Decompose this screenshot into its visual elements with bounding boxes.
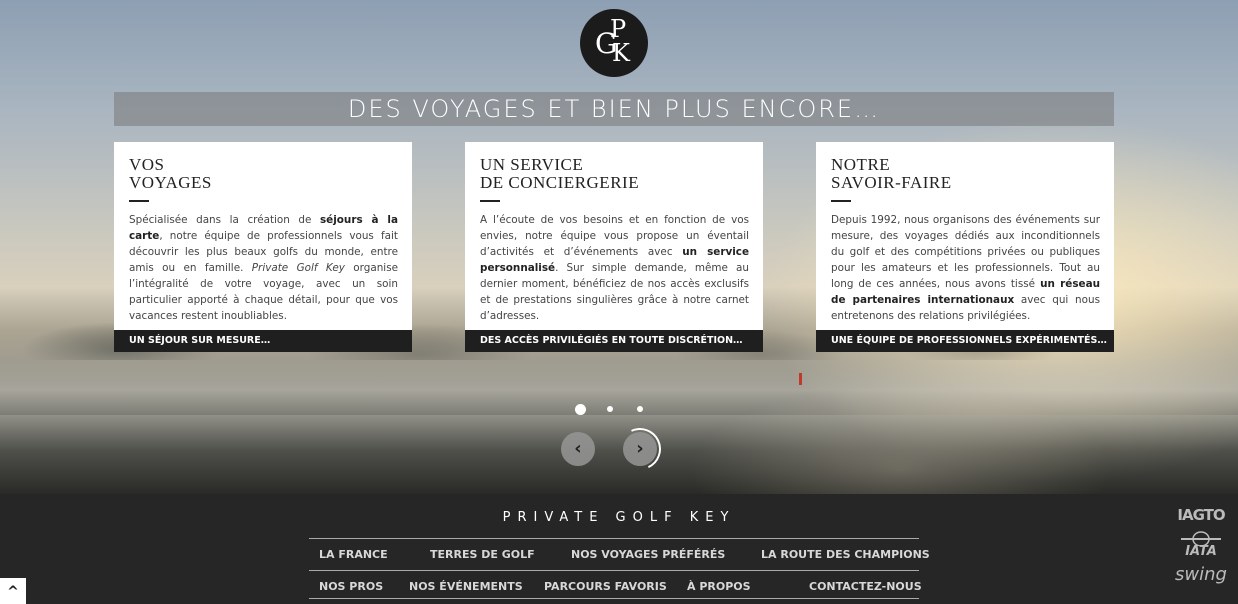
footer-brand: PRIVATE GOLF KEY xyxy=(502,510,736,525)
site-footer: PRIVATE GOLF KEY LA FRANCE TERRES DE GOL… xyxy=(0,494,1238,604)
card-title-line2: DE CONCIERGERIE xyxy=(480,173,640,192)
carousel-prev-button[interactable]: ‹ xyxy=(561,432,595,466)
carousel-pagination xyxy=(0,404,1238,416)
carousel-dot-3[interactable] xyxy=(637,406,643,412)
globe-icon xyxy=(1181,531,1221,546)
card-title-rule xyxy=(480,200,500,202)
card-title-rule xyxy=(831,200,851,202)
nav-divider-bottom xyxy=(309,598,919,599)
card-body: A l’écoute de vos besoins et en fonction… xyxy=(480,212,749,324)
carousel-dot-1[interactable] xyxy=(575,404,586,415)
card-title-rule xyxy=(129,200,149,202)
chevron-up-icon: ^ xyxy=(7,584,19,600)
logo-letter-k: K xyxy=(612,39,630,67)
iata-text: IATA xyxy=(1185,544,1217,559)
card-footer-link[interactable]: DES ACCÈS PRIVILÉGIÉS EN TOUTE DISCRÉTIO… xyxy=(465,330,763,352)
card-savoir-faire: NOTRE SAVOIR-FAIRE Depuis 1992, nous org… xyxy=(816,142,1114,352)
partner-logos: IAGTO IATA swing xyxy=(1170,506,1232,590)
footer-nav-row-1: LA FRANCE TERRES DE GOLF NOS VOYAGES PRÉ… xyxy=(309,540,930,570)
card-footer-link[interactable]: UNE ÉQUIPE DE PROFESSIONNELS EXPÉRIMENTÉ… xyxy=(816,330,1114,352)
card-service-conciergerie: UN SERVICE DE CONCIERGERIE A l’écoute de… xyxy=(465,142,763,352)
card-title-line1: VOS xyxy=(129,155,165,174)
card-title: VOS VOYAGES xyxy=(129,156,212,192)
chevron-left-icon: ‹ xyxy=(574,438,582,459)
iagto-logo: IAGTO xyxy=(1177,506,1225,524)
swing-logo: swing xyxy=(1175,564,1227,585)
nav-terres-de-golf[interactable]: TERRES DE GOLF xyxy=(430,540,535,570)
card-footer-link[interactable]: UN SÉJOUR SUR MESURE… xyxy=(114,330,412,352)
card-body: Spécialisée dans la création de séjours … xyxy=(129,212,398,324)
card-body-text: Spécialisée dans la création de xyxy=(129,214,320,226)
hero-tagline: DES VOYAGES ET BIEN PLUS ENCORE… xyxy=(114,92,1114,126)
site-logo[interactable]: G P K xyxy=(580,9,648,77)
card-vos-voyages: VOS VOYAGES Spécialisée dans la création… xyxy=(114,142,412,352)
card-body-brand: Private Golf Key xyxy=(251,262,345,274)
nav-la-france[interactable]: LA FRANCE xyxy=(319,540,388,570)
card-title: NOTRE SAVOIR-FAIRE xyxy=(831,156,952,192)
carousel-dot-2[interactable] xyxy=(607,406,613,412)
iata-logo: IATA xyxy=(1170,530,1232,564)
card-title-line1: UN SERVICE xyxy=(480,155,584,174)
nav-nos-voyages-preferes[interactable]: NOS VOYAGES PRÉFÉRÉS xyxy=(571,540,725,570)
card-title-line2: SAVOIR-FAIRE xyxy=(831,173,952,192)
card-title-line1: NOTRE xyxy=(831,155,891,174)
card-title-line2: VOYAGES xyxy=(129,173,212,192)
scroll-to-top-button[interactable]: ^ xyxy=(0,578,26,604)
card-title: UN SERVICE DE CONCIERGERIE xyxy=(480,156,639,192)
golf-flag xyxy=(799,373,802,385)
nav-divider-top xyxy=(309,538,919,539)
card-body: Depuis 1992, nous organisons des événeme… xyxy=(831,212,1100,324)
nav-divider-middle xyxy=(309,570,919,571)
nav-la-route-des-champions[interactable]: LA ROUTE DES CHAMPIONS xyxy=(761,540,930,570)
